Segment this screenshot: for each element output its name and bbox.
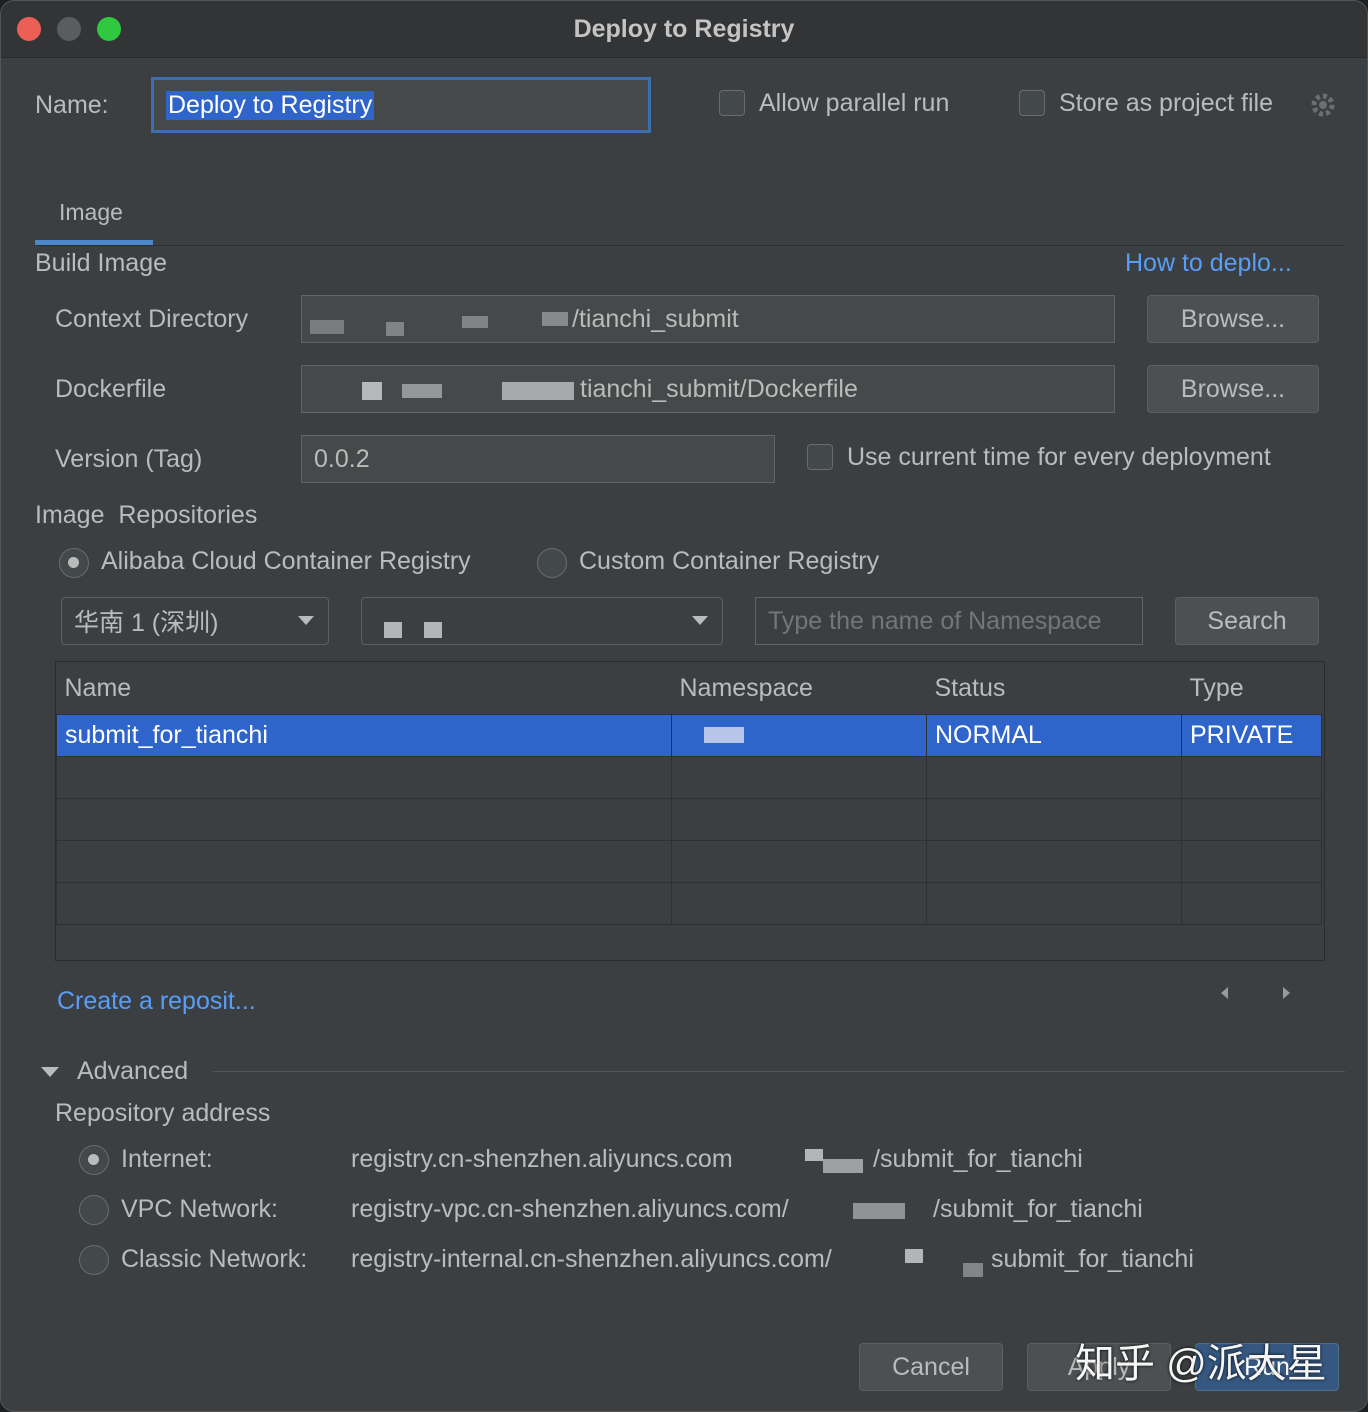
name-input-text: Deploy to Registry bbox=[166, 90, 375, 120]
namespace-search-input[interactable] bbox=[755, 597, 1143, 645]
row-type: PRIVATE bbox=[1181, 714, 1322, 757]
repository-address-label: Repository address bbox=[55, 1099, 271, 1127]
dockerfile-label: Dockerfile bbox=[55, 375, 167, 403]
row-name: submit_for_tianchi bbox=[56, 714, 672, 757]
store-project-checkbox[interactable] bbox=[1019, 90, 1045, 116]
name-label: Name: bbox=[35, 91, 109, 119]
dockerfile-input[interactable]: tianchi_submit/Dockerfile bbox=[301, 365, 1115, 413]
classic-network-radio[interactable] bbox=[79, 1245, 109, 1275]
version-tag-input[interactable]: 0.0.2 bbox=[301, 435, 775, 483]
create-repository-link[interactable]: Create a reposit... bbox=[57, 987, 256, 1016]
context-directory-input[interactable]: /tianchi_submit bbox=[301, 295, 1115, 343]
gear-icon[interactable] bbox=[1309, 91, 1337, 124]
build-image-heading: Build Image bbox=[35, 249, 168, 277]
previous-page-icon[interactable] bbox=[1221, 987, 1228, 999]
column-header-name[interactable]: Name bbox=[57, 662, 672, 715]
column-header-namespace[interactable]: Namespace bbox=[672, 662, 927, 715]
allow-parallel-checkbox[interactable] bbox=[719, 90, 745, 116]
use-current-time-label: Use current time for every deployment bbox=[847, 443, 1271, 471]
use-current-time-checkbox[interactable] bbox=[807, 444, 833, 470]
table-row[interactable]: submit_for_tianchi NORMAL PRIVATE bbox=[56, 714, 1322, 757]
context-directory-value: /tianchi_submit bbox=[572, 304, 739, 333]
namespace-select[interactable] bbox=[361, 597, 723, 645]
column-header-status[interactable]: Status bbox=[927, 662, 1182, 715]
vpc-network-address-suffix: /submit_for_tianchi bbox=[933, 1195, 1143, 1223]
row-status: NORMAL bbox=[926, 714, 1182, 757]
search-button[interactable]: Search bbox=[1175, 597, 1319, 645]
classic-network-address-suffix: submit_for_tianchi bbox=[991, 1245, 1194, 1273]
table-row[interactable] bbox=[56, 798, 1322, 841]
browse-dockerfile-button[interactable]: Browse... bbox=[1147, 365, 1319, 413]
column-header-type[interactable]: Type bbox=[1182, 662, 1322, 715]
store-project-label: Store as project file bbox=[1059, 89, 1273, 117]
table-row[interactable] bbox=[56, 840, 1322, 883]
next-page-icon[interactable] bbox=[1283, 987, 1290, 999]
internet-radio[interactable] bbox=[79, 1145, 109, 1175]
custom-registry-radio[interactable] bbox=[537, 548, 567, 578]
version-tag-label: Version (Tag) bbox=[55, 445, 203, 473]
row-namespace bbox=[671, 714, 927, 757]
image-repositories-heading: Image Repositories bbox=[35, 501, 258, 529]
allow-parallel-label: Allow parallel run bbox=[759, 89, 950, 117]
table-row[interactable] bbox=[56, 756, 1322, 799]
tab-image[interactable]: Image bbox=[59, 199, 123, 226]
cancel-button[interactable]: Cancel bbox=[859, 1343, 1003, 1391]
window-title: Deploy to Registry bbox=[573, 15, 795, 43]
vpc-network-label: VPC Network: bbox=[121, 1195, 278, 1223]
repository-table: Name Namespace Status Type submit_for_ti… bbox=[55, 661, 1325, 961]
browse-context-button[interactable]: Browse... bbox=[1147, 295, 1319, 343]
repository-table-grid: Name Namespace Status Type submit_for_ti… bbox=[56, 662, 1322, 925]
internet-address: registry.cn-shenzhen.aliyuncs.com bbox=[351, 1145, 733, 1173]
table-row[interactable] bbox=[56, 882, 1322, 925]
vpc-network-radio[interactable] bbox=[79, 1195, 109, 1225]
dialog-window: Deploy to Registry Name: Deploy to Regis… bbox=[0, 0, 1368, 1412]
internet-label: Internet: bbox=[121, 1145, 213, 1173]
advanced-divider bbox=[213, 1071, 1345, 1072]
internet-address-suffix: /submit_for_tianchi bbox=[873, 1145, 1083, 1173]
version-tag-value: 0.0.2 bbox=[314, 444, 370, 473]
chevron-down-icon bbox=[298, 616, 314, 625]
alibaba-registry-label: Alibaba Cloud Container Registry bbox=[101, 547, 471, 575]
name-input[interactable]: Deploy to Registry bbox=[151, 77, 651, 133]
tab-divider bbox=[35, 245, 1345, 246]
chevron-down-icon bbox=[692, 616, 708, 625]
collapse-advanced-icon[interactable] bbox=[41, 1067, 59, 1077]
region-select-value: 华南 1 (深圳) bbox=[74, 609, 219, 637]
dockerfile-value: tianchi_submit/Dockerfile bbox=[580, 374, 858, 403]
how-to-deploy-link[interactable]: How to deplo... bbox=[1125, 249, 1292, 278]
region-select[interactable]: 华南 1 (深圳) bbox=[61, 597, 329, 645]
advanced-toggle[interactable]: Advanced bbox=[77, 1057, 188, 1086]
alibaba-registry-radio[interactable] bbox=[59, 548, 89, 578]
title-bar: Deploy to Registry bbox=[1, 1, 1367, 58]
context-directory-label: Context Directory bbox=[55, 305, 249, 333]
vpc-network-address: registry-vpc.cn-shenzhen.aliyuncs.com/ bbox=[351, 1195, 789, 1223]
watermark: 知乎 @派大星 bbox=[1075, 1342, 1327, 1386]
classic-network-label: Classic Network: bbox=[121, 1245, 308, 1273]
custom-registry-label: Custom Container Registry bbox=[579, 547, 880, 575]
classic-network-address: registry-internal.cn-shenzhen.aliyuncs.c… bbox=[351, 1245, 832, 1273]
